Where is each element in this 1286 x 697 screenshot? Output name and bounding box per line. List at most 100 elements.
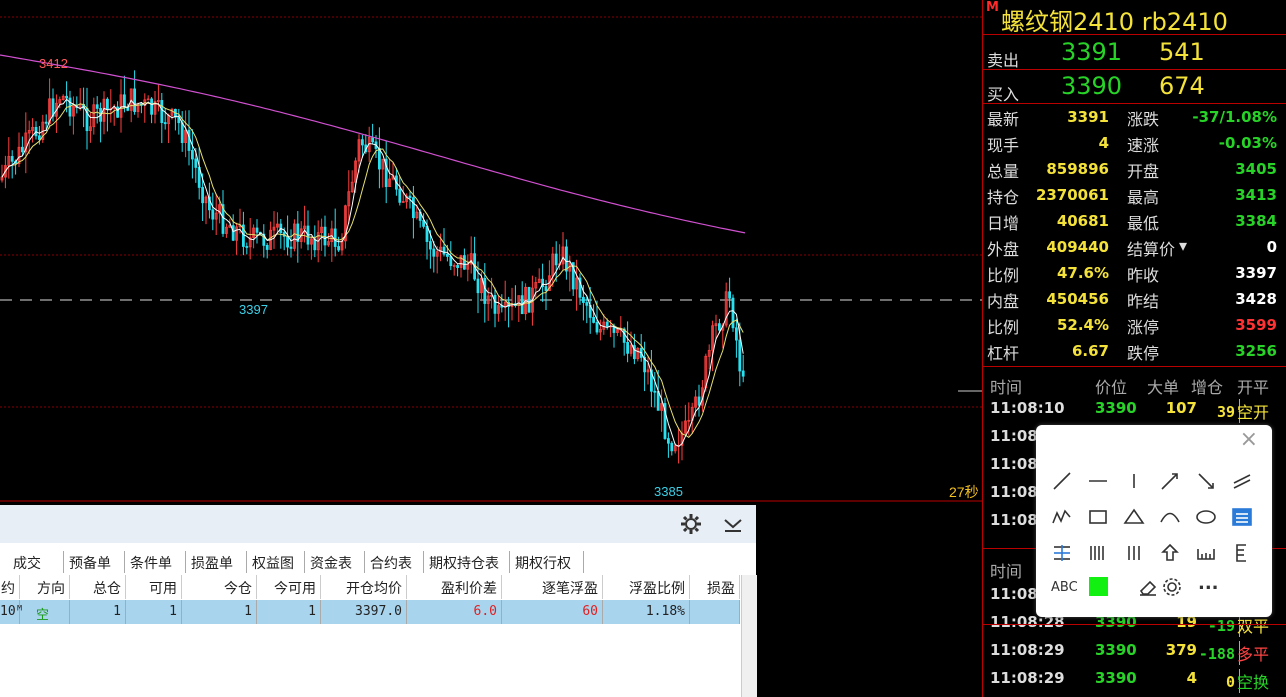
candlestick-chart[interactable] — [0, 0, 982, 505]
rect-tool-icon[interactable] — [1084, 503, 1112, 531]
quote-value: 2370061 — [1035, 186, 1109, 204]
column-header[interactable]: 今可用 — [257, 575, 321, 599]
candle-body — [20, 146, 24, 153]
bid-price: 3390 — [1061, 72, 1123, 100]
bid-row[interactable]: 买入 3390 674 — [983, 69, 1286, 104]
cycle-tool-icon[interactable] — [1084, 539, 1112, 567]
up-arrow-tool-icon[interactable] — [1156, 539, 1184, 567]
fib-tool-icon[interactable] — [1048, 539, 1076, 567]
text-block-tool-icon[interactable] — [1228, 503, 1256, 531]
quote-key: 跌停 — [1127, 344, 1160, 363]
candle-body — [190, 150, 194, 160]
ellipse-tool-icon[interactable] — [1192, 503, 1220, 531]
tick-type: 多平 — [1237, 645, 1270, 664]
quote-key: 昨收 — [1127, 266, 1160, 285]
quote-row: 内盘 450456 昨结 3428 — [983, 286, 1286, 312]
bracket-tool-icon[interactable] — [1228, 539, 1256, 567]
tab-6[interactable]: 合约表 — [365, 551, 424, 573]
quote-value: 859896 — [1046, 160, 1109, 178]
quote-value: 3391 — [1067, 108, 1109, 126]
collapse-chevron-icon[interactable] — [722, 515, 744, 537]
quote-value: 3428 — [1235, 290, 1277, 308]
column-header[interactable]: 总仓 — [70, 575, 126, 599]
candle-body — [527, 286, 531, 313]
ask-label: 卖出 — [987, 51, 1020, 70]
tab-3[interactable]: 损盈单 — [186, 551, 247, 573]
table-cell: 6.0 — [407, 600, 502, 624]
column-header[interactable]: 浮盈比例 — [603, 575, 690, 599]
segment-tool-icon[interactable] — [1048, 467, 1076, 495]
tab-8[interactable]: 期权行权 — [510, 551, 584, 573]
candle-body — [428, 241, 432, 250]
quote-key: 持仓 — [987, 188, 1020, 207]
vline-tool-icon[interactable] — [1120, 467, 1148, 495]
column-header[interactable]: 损盈 — [690, 575, 740, 599]
candle-body — [432, 248, 436, 257]
tab-1[interactable]: 预备单 — [64, 551, 125, 573]
tick-time: 11:08:29 — [990, 669, 1065, 687]
column-header[interactable]: 盈利价差 — [407, 575, 502, 599]
position-panel: 成交 预备单 条件单 损盈单 权益图 资金表 合约表 期权持仓表 期权行权 约方向 总仓 可用 今仓今… — [0, 505, 757, 697]
candle-body — [289, 246, 293, 249]
quote-row: 总量 859896 开盘 3405 — [983, 156, 1286, 182]
tab-5[interactable]: 资金表 — [305, 551, 365, 573]
arrow-tool-icon[interactable] — [1192, 467, 1220, 495]
quote-key: 比例 — [987, 266, 1020, 285]
quote-value: -37/1.08% — [1192, 108, 1277, 126]
hline-tool-icon[interactable] — [1084, 467, 1112, 495]
quote-key: 速涨 — [1127, 136, 1160, 155]
column-header[interactable]: 可用 — [126, 575, 182, 599]
table-cell: 1 — [126, 600, 182, 624]
ruler-tool-icon[interactable] — [1192, 539, 1220, 567]
candle-body — [44, 121, 48, 124]
position-panel-header — [0, 505, 756, 543]
ray-tool-icon[interactable] — [1156, 467, 1184, 495]
wave-tool-icon[interactable] — [1048, 503, 1076, 531]
candle-body — [371, 137, 375, 143]
settle-dropdown-icon[interactable]: ▾ — [1179, 236, 1187, 255]
column-header[interactable]: 方向 — [20, 575, 70, 599]
text-tool-abc[interactable]: ABC — [1051, 580, 1078, 595]
candle-body — [697, 396, 701, 406]
tab-4[interactable]: 权益图 — [247, 551, 305, 573]
tab-2[interactable]: 条件单 — [125, 551, 186, 573]
column-header[interactable]: 开仓均价 — [321, 575, 407, 599]
candle-body — [286, 235, 290, 248]
quote-row: 杠杆 6.67 跌停 3256 — [983, 338, 1286, 364]
tab-0[interactable]: 成交 — [8, 551, 64, 573]
close-icon[interactable]: × — [1240, 427, 1258, 452]
parallel-tool-icon[interactable] — [1228, 467, 1256, 495]
high-price-label: 3412 — [39, 56, 68, 71]
candle-body — [408, 195, 412, 198]
more-tools-icon[interactable]: ... — [1198, 573, 1219, 594]
color-swatch[interactable] — [1089, 577, 1108, 596]
candle-body — [582, 296, 585, 303]
candle-body — [728, 291, 731, 299]
tick-header: 时间 价位 大单 增仓 开平 — [983, 370, 1286, 397]
tab-7[interactable]: 期权持仓表 — [424, 551, 510, 573]
ask-row[interactable]: 卖出 3391 541 — [983, 35, 1286, 70]
column-header[interactable]: 逐笔浮盈 — [502, 575, 603, 599]
quote-row: 日增 40681 最低 3384 — [983, 208, 1286, 234]
quote-key: 杠杆 — [987, 344, 1020, 363]
quote-value: 47.6% — [1056, 264, 1109, 282]
arc-tool-icon[interactable] — [1156, 503, 1184, 531]
quote-key: 涨跌 — [1127, 110, 1160, 129]
candle-body — [245, 246, 249, 248]
gann-tool-icon[interactable] — [1120, 539, 1148, 567]
candle-body — [476, 278, 480, 294]
quote-value: 3405 — [1235, 160, 1277, 178]
vertical-scrollbar[interactable] — [741, 575, 757, 697]
quote-key: 最低 — [1127, 214, 1160, 233]
candle-body — [194, 158, 198, 168]
candle-body — [211, 209, 215, 220]
triangle-tool-icon[interactable] — [1120, 503, 1148, 531]
tool-settings-icon[interactable] — [1158, 573, 1186, 601]
tick-volume: 4 — [1186, 669, 1197, 687]
column-header[interactable]: 约 — [0, 575, 20, 599]
quote-value: 40681 — [1056, 212, 1109, 230]
contract-title[interactable]: 螺纹钢2410 rb2410 — [1001, 2, 1228, 37]
quote-value: 52.4% — [1056, 316, 1109, 334]
column-header[interactable]: 今仓 — [182, 575, 257, 599]
settings-gear-icon[interactable] — [680, 513, 702, 539]
